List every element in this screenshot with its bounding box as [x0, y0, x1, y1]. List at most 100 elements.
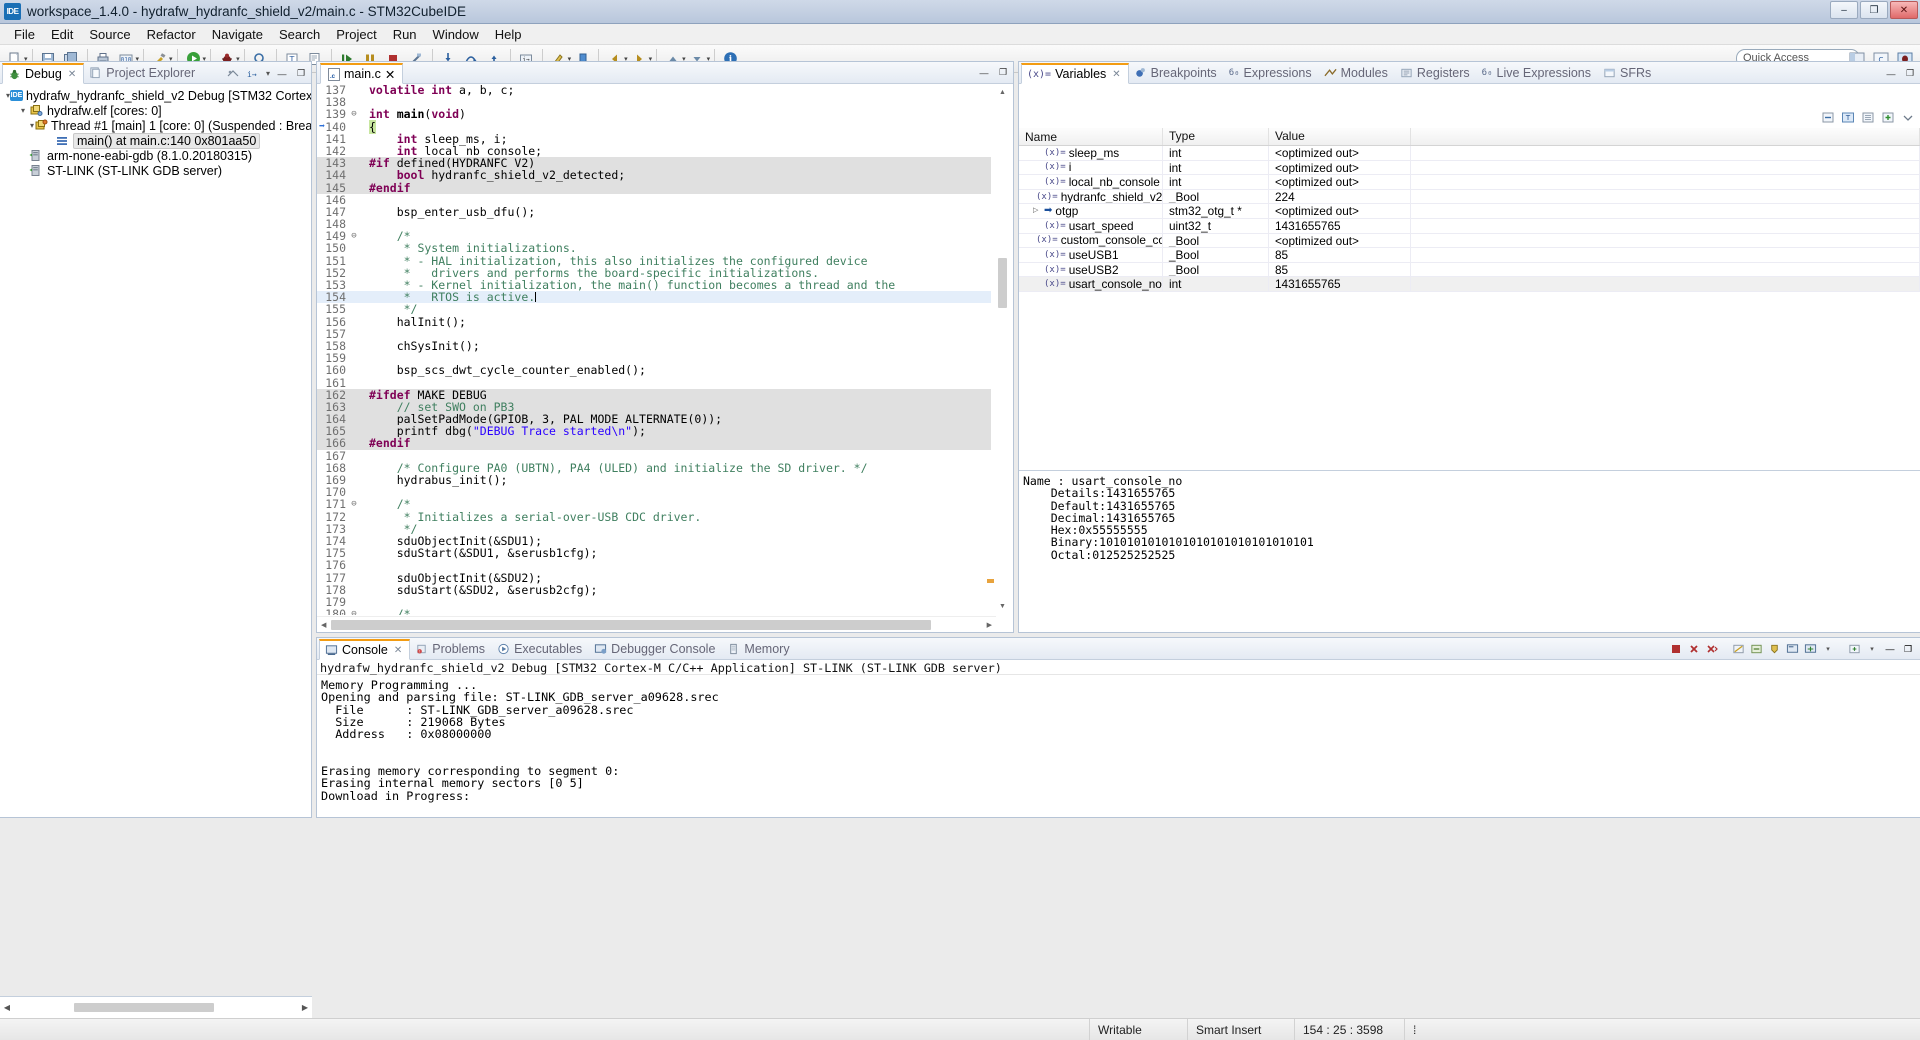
close-icon[interactable]: ✕	[385, 67, 395, 82]
tree-node-process[interactable]: ▾ hydrafw.elf [cores: 0]	[4, 103, 311, 118]
remove-launch-icon[interactable]	[1686, 641, 1702, 657]
variable-value[interactable]: 85	[1269, 248, 1411, 262]
show-type-names-icon[interactable]: T	[1839, 110, 1856, 125]
code-lines[interactable]: 137 volatile int a, b, c; 138 139 ⊖ int main(…	[317, 84, 991, 615]
new-console-chevron-down-icon[interactable]: ▾	[1864, 641, 1880, 657]
view-menu-chevron-down-icon[interactable]: ▾	[266, 69, 270, 78]
tab-problems[interactable]: ! Problems	[410, 638, 492, 659]
scroll-left-icon[interactable]: ◀	[0, 1003, 14, 1012]
code-line[interactable]: 166 #endif	[317, 437, 991, 450]
code-line[interactable]: 139 ⊖ int main(void)	[317, 108, 991, 120]
tab-sfrs[interactable]: SFRs	[1598, 62, 1658, 83]
tab-registers[interactable]: Registers	[1395, 62, 1477, 83]
maximize-view-icon[interactable]: ❐	[294, 67, 308, 80]
scroll-down-icon[interactable]: ▼	[996, 600, 1009, 612]
view-menu-icon[interactable]	[226, 68, 240, 80]
clear-console-icon[interactable]	[1730, 641, 1746, 657]
open-console-icon[interactable]	[1802, 641, 1818, 657]
scroll-thumb-horizontal[interactable]	[331, 619, 931, 630]
code-line[interactable]: 175 sduStart(&SDU1, &serusb1cfg);	[317, 547, 991, 559]
maximize-button[interactable]: ❐	[1860, 1, 1888, 19]
code-line[interactable]: 178 sduStart(&SDU2, &serusb2cfg);	[317, 583, 991, 595]
scroll-thumb-horizontal[interactable]	[74, 1003, 214, 1012]
table-row[interactable]: (x)=custom_console_config_Bool<optimized…	[1019, 233, 1920, 249]
minimize-view-icon[interactable]: —	[1882, 641, 1898, 657]
debug-view-horizontal-scrollbar[interactable]: ◀ ▶	[0, 996, 312, 1018]
variable-value[interactable]: 1431655765	[1269, 277, 1411, 291]
fold-toggle-icon[interactable]: ⊖	[349, 108, 359, 120]
scroll-lock-icon[interactable]	[1748, 641, 1764, 657]
tab-project-explorer[interactable]: Project Explorer	[84, 62, 202, 83]
menu-help[interactable]: Help	[487, 25, 530, 44]
minimize-view-icon[interactable]: —	[1884, 67, 1898, 80]
tab-console[interactable]: Console ✕	[319, 639, 411, 660]
column-header-type[interactable]: Type	[1163, 128, 1269, 145]
menu-navigate[interactable]: Navigate	[204, 25, 271, 44]
code-line[interactable]: 137 volatile int a, b, c;	[317, 84, 991, 96]
scroll-thumb[interactable]	[998, 258, 1007, 308]
code-line[interactable]: 147 bsp_enter_usb_dfu();	[317, 206, 991, 218]
minimize-editor-icon[interactable]: —	[977, 66, 991, 79]
editor-horizontal-scrollbar[interactable]: ◀ ▶	[317, 616, 996, 632]
tab-memory[interactable]: Memory	[722, 638, 796, 659]
variable-value[interactable]: 1431655765	[1269, 218, 1411, 233]
code-line[interactable]: 169 hydrabus_init();	[317, 474, 991, 486]
menu-refactor[interactable]: Refactor	[139, 25, 204, 44]
table-row[interactable]: (x)= local_nb_console int <optimized out>	[1019, 175, 1920, 190]
menu-run[interactable]: Run	[385, 25, 425, 44]
editor-vertical-scrollbar[interactable]: ▲ ▼	[996, 86, 1009, 612]
code-scroll-area[interactable]: 137 volatile int a, b, c; 138 139 ⊖ int main(…	[317, 84, 991, 615]
table-row[interactable]: (x)= useUSB2 _Bool 85	[1019, 262, 1920, 278]
tab-live-expressions[interactable]: 6₀ Live Expressions	[1477, 62, 1598, 83]
variable-value[interactable]: <optimized out>	[1269, 175, 1411, 189]
maximize-view-icon[interactable]: ❐	[1903, 67, 1917, 80]
menu-search[interactable]: Search	[271, 25, 328, 44]
menu-window[interactable]: Window	[425, 25, 487, 44]
table-row[interactable]: (x)= useUSB1 _Bool 85	[1019, 248, 1920, 263]
menu-file[interactable]: File	[6, 25, 43, 44]
menu-edit[interactable]: Edit	[43, 25, 81, 44]
tab-variables[interactable]: (x)= Variables ✕	[1021, 63, 1129, 84]
variable-value[interactable]: 85	[1269, 262, 1411, 277]
code-line[interactable]: 172 * Initializes a serial-over-USB CDC …	[317, 510, 991, 522]
tab-executables[interactable]: Executables	[492, 638, 589, 659]
tree-node-stlink[interactable]: ST-LINK (ST-LINK GDB server)	[4, 163, 311, 178]
close-icon[interactable]: ✕	[394, 645, 402, 656]
display-selected-console-icon[interactable]	[1784, 641, 1800, 657]
new-console-view-icon[interactable]	[1846, 641, 1862, 657]
code-line[interactable]: 170	[317, 486, 991, 498]
twisty-icon[interactable]: ▾	[18, 106, 28, 115]
code-line[interactable]: 145 #endif	[317, 181, 991, 194]
code-line[interactable]: 160 bsp_scs_dwt_cycle_counter_enabled();	[317, 364, 991, 376]
tab-breakpoints[interactable]: Breakpoints	[1129, 62, 1224, 83]
code-line[interactable]: 158 chSysInit();	[317, 340, 991, 352]
tree-node-stackframe[interactable]: main() at main.c:140 0x801aa50	[4, 132, 311, 149]
table-row[interactable]: (x)= sleep_ms int <optimized out>	[1019, 146, 1920, 161]
column-header-name[interactable]: Name	[1019, 128, 1163, 145]
fold-toggle-icon[interactable]: ⊖	[349, 498, 359, 510]
table-row[interactable]: (x)= usart_speed uint32_t 1431655765	[1019, 218, 1920, 234]
minimize-view-icon[interactable]: —	[275, 67, 289, 80]
instruction-step-mode-icon[interactable]: i→	[245, 68, 261, 80]
variable-value[interactable]: <optimized out>	[1269, 146, 1411, 160]
tab-expressions[interactable]: 6₀ Expressions	[1224, 62, 1319, 83]
variable-value[interactable]: <optimized out>	[1269, 204, 1411, 218]
tree-node-thread[interactable]: ▾ Thread #1 [main] 1 [core: 0] (Suspende…	[4, 118, 311, 133]
console-output[interactable]: Memory Programming ... Opening and parsi…	[317, 676, 1920, 817]
tree-node-launch[interactable]: ▾ IDE hydrafw_hydranfc_shield_v2 Debug […	[4, 88, 311, 103]
column-header-value[interactable]: Value	[1269, 128, 1411, 145]
twisty-icon[interactable]: ▷	[1033, 204, 1041, 218]
pin-console-icon[interactable]	[1766, 641, 1782, 657]
close-icon[interactable]: ✕	[1112, 69, 1120, 80]
code-line[interactable]: 156 halInit();	[317, 315, 991, 327]
view-menu-icon[interactable]	[1899, 110, 1916, 125]
minimize-button[interactable]: –	[1830, 1, 1858, 19]
table-row[interactable]: (x)= usart_console_no int 1431655765	[1019, 277, 1920, 292]
variable-value[interactable]: <optimized out>	[1269, 160, 1411, 175]
code-line[interactable]: 148	[317, 218, 991, 230]
remove-all-launches-icon[interactable]	[1704, 641, 1720, 657]
variable-value[interactable]: <optimized out>	[1269, 233, 1411, 248]
tree-node-gdb[interactable]: arm-none-eabi-gdb (8.1.0.20180315)	[4, 148, 311, 163]
fold-toggle-icon[interactable]: ⊖	[349, 230, 359, 242]
table-row[interactable]: (x)=hydranfc_shield_v2_dete_Bool224	[1019, 189, 1920, 205]
